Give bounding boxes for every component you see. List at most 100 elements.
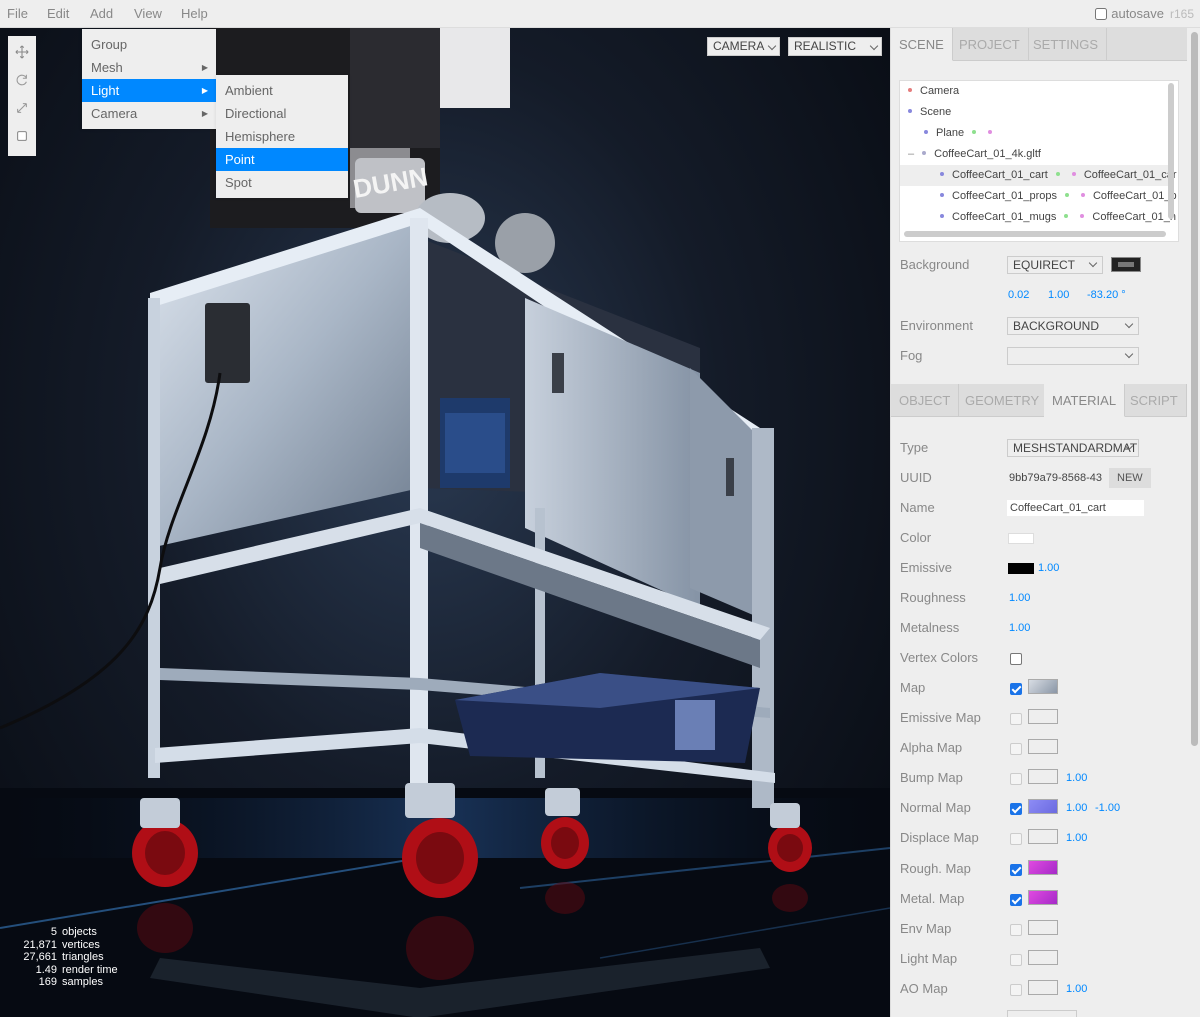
ao-map-thumbnail[interactable] xyxy=(1028,980,1058,995)
background-intensity[interactable]: 1.00 xyxy=(1048,286,1069,304)
side-select[interactable] xyxy=(1007,1010,1077,1017)
outliner-label: Camera xyxy=(920,85,960,97)
tab-script[interactable]: SCRIPT xyxy=(1122,384,1187,417)
geometry-dot-icon xyxy=(1064,193,1069,197)
scale-icon[interactable] xyxy=(8,94,36,122)
outliner-item-plane[interactable]: Plane xyxy=(924,123,1000,144)
rough-map-thumbnail[interactable] xyxy=(1028,860,1058,875)
rough-map-checkbox[interactable] xyxy=(1010,864,1022,876)
menu-help[interactable]: Help xyxy=(181,0,208,28)
map-checkbox[interactable] xyxy=(1010,683,1022,695)
normal-scale-y[interactable]: -1.00 xyxy=(1095,799,1120,817)
tab-material[interactable]: MATERIAL xyxy=(1044,384,1126,417)
tab-scene[interactable]: SCENE xyxy=(891,28,953,61)
outliner-scrollbar-horizontal[interactable] xyxy=(904,231,1166,237)
outliner-item-props[interactable]: CoffeeCart_01_props CoffeeCart_01_p xyxy=(940,186,1177,207)
light-map-checkbox[interactable] xyxy=(1010,954,1022,966)
outliner-item-gltf[interactable]: – CoffeeCart_01_4k.gltf xyxy=(908,144,1041,165)
metal-map-checkbox[interactable] xyxy=(1010,894,1022,906)
outliner-label: CoffeeCart_01_cart xyxy=(952,169,1048,181)
fog-select[interactable] xyxy=(1007,347,1139,365)
background-blurriness[interactable]: 0.02 xyxy=(1008,286,1029,304)
viewport[interactable]: DUNN CAMERA REALISTIC 5 objects 21,871 v… xyxy=(0,28,890,1017)
alpha-map-checkbox[interactable] xyxy=(1010,743,1022,755)
outliner-label: Scene xyxy=(920,106,952,118)
camera-select-value: CAMERA xyxy=(713,39,765,53)
uuid-label: UUID xyxy=(900,470,932,485)
env-map-thumbnail[interactable] xyxy=(1028,920,1058,935)
uuid-value: 9bb79a79-8568-43 xyxy=(1009,472,1102,484)
bump-scale-value[interactable]: 1.00 xyxy=(1066,769,1087,787)
sidebar-scrollbar[interactable] xyxy=(1191,32,1198,746)
bump-map-thumbnail[interactable] xyxy=(1028,769,1058,784)
emissive-intensity[interactable]: 1.00 xyxy=(1038,559,1059,577)
light-map-thumbnail[interactable] xyxy=(1028,950,1058,965)
emissive-swatch[interactable] xyxy=(1008,563,1034,574)
displace-map-checkbox[interactable] xyxy=(1010,833,1022,845)
env-map-checkbox[interactable] xyxy=(1010,924,1022,936)
normal-map-checkbox[interactable] xyxy=(1010,803,1022,815)
displace-map-thumbnail[interactable] xyxy=(1028,829,1058,844)
submenu-option-point[interactable]: Point xyxy=(216,148,348,171)
outliner-scrollbar-vertical[interactable] xyxy=(1168,83,1174,219)
tab-settings[interactable]: SETTINGS xyxy=(1025,28,1108,61)
normal-scale-x[interactable]: 1.00 xyxy=(1066,799,1087,817)
ao-map-checkbox[interactable] xyxy=(1010,984,1022,996)
vertex-colors-checkbox[interactable] xyxy=(1010,653,1022,665)
camera-select[interactable]: CAMERA xyxy=(707,37,780,56)
menu-file[interactable]: File xyxy=(7,0,28,28)
info-row-vertices: 21,871 vertices xyxy=(18,939,118,952)
bump-map-checkbox[interactable] xyxy=(1010,773,1022,785)
tab-project[interactable]: PROJECT xyxy=(951,28,1029,61)
metal-map-thumbnail[interactable] xyxy=(1028,890,1058,905)
autosave-checkbox[interactable] xyxy=(1095,8,1108,20)
color-swatch[interactable] xyxy=(1008,533,1034,544)
autosave-toggle[interactable]: autosave xyxy=(1095,0,1164,28)
metalness-value[interactable]: 1.00 xyxy=(1009,619,1030,637)
emissive-map-thumbnail[interactable] xyxy=(1028,709,1058,724)
material-type-select[interactable]: MESHSTANDARDMATI xyxy=(1007,439,1139,457)
background-rotation[interactable]: -83.20 ° xyxy=(1087,286,1126,304)
material-name-input[interactable]: CoffeeCart_01_cart xyxy=(1006,499,1145,517)
type-label: Type xyxy=(900,440,929,455)
background-texture-thumbnail[interactable] xyxy=(1111,257,1141,272)
object-dot-icon xyxy=(922,151,927,155)
local-space-icon[interactable] xyxy=(8,122,36,150)
background-select[interactable]: EQUIRECT xyxy=(1007,256,1103,274)
menu-option-camera[interactable]: Camera ▶ xyxy=(82,102,216,125)
menu-option-mesh[interactable]: Mesh ▶ xyxy=(82,56,216,79)
normal-map-thumbnail[interactable] xyxy=(1028,799,1058,814)
shading-select[interactable]: REALISTIC xyxy=(788,37,882,56)
menu-edit[interactable]: Edit xyxy=(47,0,69,28)
outliner-item-mugs[interactable]: CoffeeCart_01_mugs CoffeeCart_01_n xyxy=(940,207,1176,228)
submenu-arrow-icon: ▶ xyxy=(201,86,208,95)
environment-select[interactable]: BACKGROUND xyxy=(1007,317,1139,335)
tab-geometry[interactable]: GEOMETRY xyxy=(957,384,1049,417)
scene-outliner[interactable]: Camera Scene Plane – CoffeeCart_01_4k.glt… xyxy=(899,80,1179,242)
outliner-label: CoffeeCart_01_4k.gltf xyxy=(934,148,1041,160)
submenu-option-spot[interactable]: Spot xyxy=(216,171,348,194)
rotate-icon[interactable] xyxy=(8,66,36,94)
outliner-item-camera[interactable]: Camera xyxy=(908,81,959,102)
translate-icon[interactable] xyxy=(8,38,36,66)
emissive-map-checkbox[interactable] xyxy=(1010,713,1022,725)
menu-view[interactable]: View xyxy=(134,0,162,28)
map-thumbnail[interactable] xyxy=(1028,679,1058,694)
menu-add[interactable]: Add xyxy=(90,0,113,28)
menu-option-light[interactable]: Light ▶ xyxy=(82,79,216,102)
new-uuid-button[interactable]: NEW xyxy=(1109,468,1151,488)
alpha-map-thumbnail[interactable] xyxy=(1028,739,1058,754)
autosave-label: autosave xyxy=(1111,6,1164,21)
outliner-item-cart[interactable]: CoffeeCart_01_cart CoffeeCart_01_car xyxy=(900,165,1177,186)
displace-scale-value[interactable]: 1.00 xyxy=(1066,829,1087,847)
roughness-value[interactable]: 1.00 xyxy=(1009,589,1030,607)
submenu-option-ambient[interactable]: Ambient xyxy=(216,79,348,102)
menu-option-group[interactable]: Group xyxy=(82,33,216,56)
environment-label: Environment xyxy=(900,318,973,333)
submenu-option-hemisphere[interactable]: Hemisphere xyxy=(216,125,348,148)
tab-object[interactable]: OBJECT xyxy=(891,384,960,417)
outliner-item-scene[interactable]: Scene xyxy=(908,102,951,123)
ao-intensity-value[interactable]: 1.00 xyxy=(1066,980,1087,998)
collapse-icon[interactable]: – xyxy=(908,148,914,160)
submenu-option-directional[interactable]: Directional xyxy=(216,102,348,125)
